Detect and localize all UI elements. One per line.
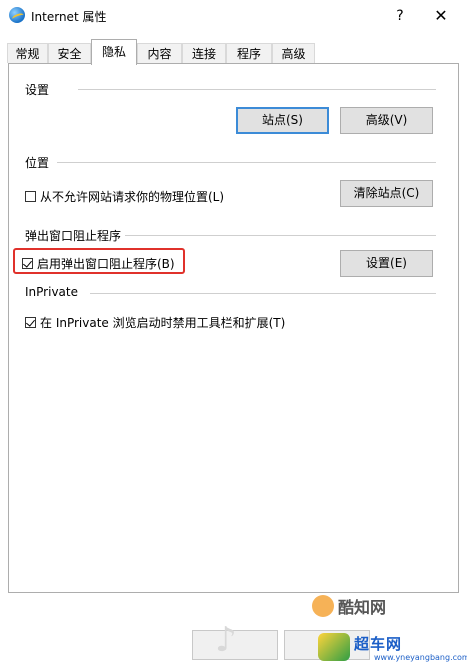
disable-toolbars-label: 在 InPrivate 浏览启动时禁用工具栏和扩展(T) [40,316,286,330]
settings-divider [78,89,436,90]
help-button[interactable]: ? [390,6,410,26]
watermark-logo-2: 超车网 www.yneyangbang.com [318,627,467,670]
disable-toolbars-checkbox[interactable]: 在 InPrivate 浏览启动时禁用工具栏和扩展(T) [25,314,285,331]
watermark-logo-icon [318,633,350,661]
tab-programs[interactable]: 程序 [226,43,272,63]
tab-privacy[interactable]: 隐私 [91,39,137,65]
inprivate-section-label: InPrivate [25,285,78,299]
tab-general[interactable]: 常规 [7,43,48,63]
watermark-text-2: 超车网 [354,635,403,653]
watermark-logo-icon [312,595,334,617]
never-allow-location-checkbox[interactable]: 从不允许网站请求你的物理位置(L) [25,188,224,205]
window-title: Internet 属性 [31,10,107,24]
internet-globe-icon [9,7,25,23]
tab-security[interactable]: 安全 [48,43,91,63]
popup-blocker-divider [125,235,436,236]
settings-section-label: 设置 [25,81,50,98]
checkbox-checked-box[interactable] [22,258,33,269]
watermark-logo-1: 酷知网 [312,594,386,618]
advanced-settings-button[interactable]: 高级(V) [340,107,433,134]
enable-popup-blocker-label: 启用弹出窗口阻止程序(B) [37,257,175,271]
tab-advanced[interactable]: 高级 [272,43,315,63]
close-button[interactable]: ✕ [431,6,451,26]
tab-connections[interactable]: 连接 [182,43,226,63]
watermark-url: www.yneyangbang.com [374,653,467,662]
checkbox-checked-box[interactable] [25,317,36,328]
location-divider [57,162,436,163]
clear-sites-button[interactable]: 清除站点(C) [340,180,433,207]
location-section-label: 位置 [25,154,50,171]
watermark-glyph: ♪ [215,620,237,660]
title-bar: Internet 属性 ? ✕ [0,0,467,32]
checkbox-box[interactable] [25,191,36,202]
never-allow-location-label: 从不允许网站请求你的物理位置(L) [40,190,225,204]
popup-blocker-section-label: 弹出窗口阻止程序 [25,227,122,244]
tab-content[interactable]: 内容 [137,43,182,63]
popup-settings-button[interactable]: 设置(E) [340,250,433,277]
sites-button[interactable]: 站点(S) [236,107,329,134]
enable-popup-blocker-checkbox[interactable]: 启用弹出窗口阻止程序(B) [22,255,175,272]
inprivate-divider [90,293,436,294]
watermark-text-1: 酷知网 [338,598,387,617]
